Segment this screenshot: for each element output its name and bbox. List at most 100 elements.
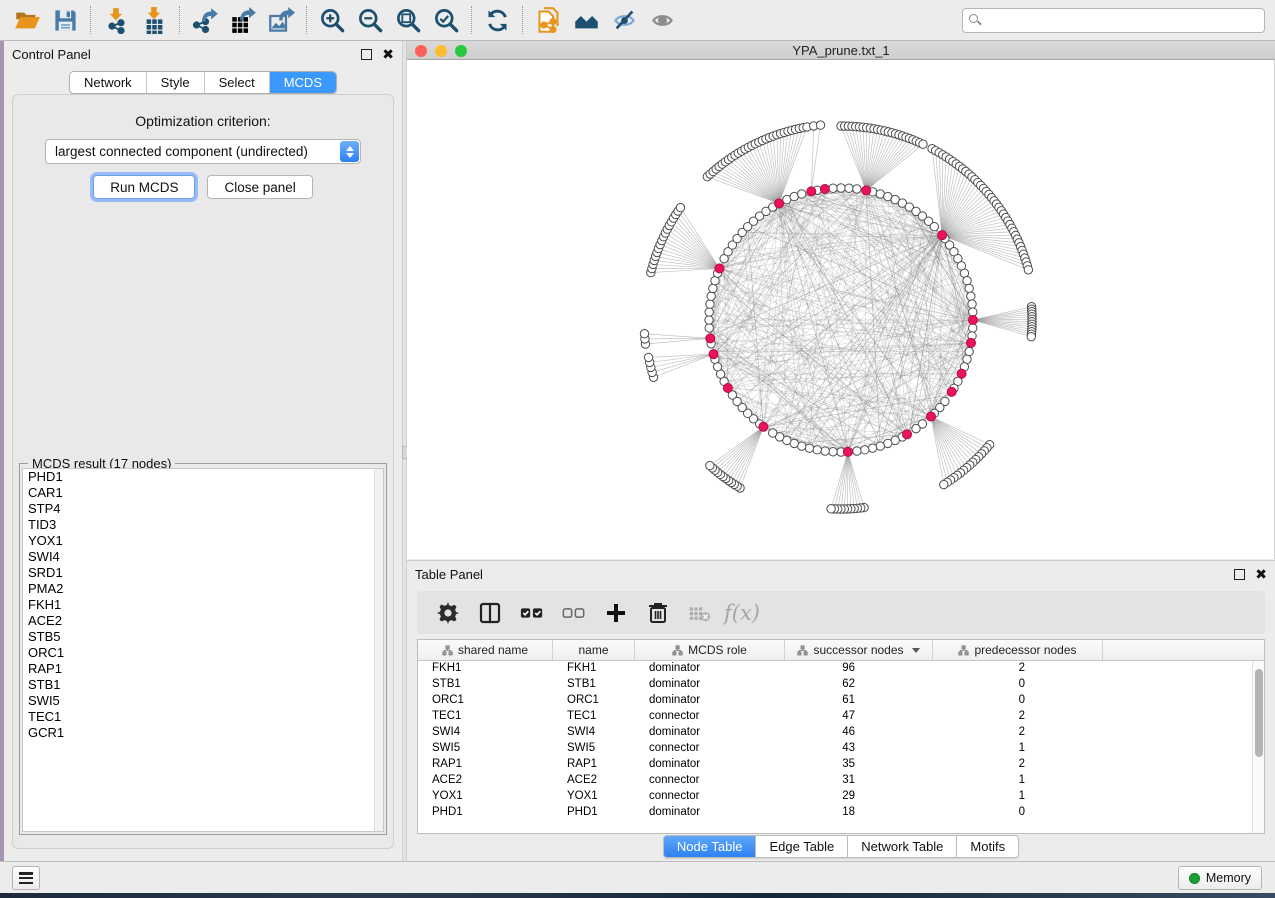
table-row[interactable]: PHD1PHD1dominator180 — [418, 805, 1264, 821]
toolbar-separator — [471, 6, 472, 34]
column-header-MCDS-role[interactable]: MCDS role — [635, 640, 785, 660]
dropdown-stepper-icon — [340, 141, 359, 162]
toolbar-separator — [522, 6, 523, 34]
close-table-panel-icon[interactable]: ✖ — [1255, 569, 1267, 580]
window-close-button[interactable] — [415, 45, 427, 57]
table-row[interactable]: FKH1FKH1dominator962 — [418, 661, 1264, 677]
result-item[interactable]: TEC1 — [23, 709, 383, 725]
column-header-name[interactable]: name — [553, 640, 635, 660]
memory-button[interactable]: Memory — [1178, 866, 1262, 890]
table-row[interactable]: ACE2ACE2connector311 — [418, 773, 1264, 789]
result-item[interactable]: FKH1 — [23, 597, 383, 613]
table-row[interactable]: SWI5SWI5connector431 — [418, 741, 1264, 757]
result-item[interactable]: SWI4 — [23, 549, 383, 565]
refresh-icon[interactable] — [478, 4, 516, 36]
search-box[interactable] — [962, 8, 1265, 33]
float-table-panel-icon[interactable] — [1234, 569, 1245, 580]
result-item[interactable]: SWI5 — [23, 693, 383, 709]
network-canvas[interactable] — [407, 60, 1275, 559]
table-row[interactable]: STB1STB1dominator620 — [418, 677, 1264, 693]
network-graph[interactable] — [407, 60, 1275, 559]
table-panel: Table Panel ✖ f(x) shared namenameMCDS r… — [407, 560, 1275, 861]
result-item[interactable]: YOX1 — [23, 533, 383, 549]
open-folder-icon[interactable] — [8, 4, 46, 36]
column-header-successor-nodes[interactable]: successor nodes — [785, 640, 933, 660]
close-panel-button[interactable]: Close panel — [207, 175, 312, 199]
settings-gear-icon[interactable] — [429, 596, 467, 630]
column-header-predecessor-nodes[interactable]: predecessor nodes — [933, 640, 1103, 660]
result-item[interactable]: STB5 — [23, 629, 383, 645]
float-panel-icon[interactable] — [361, 49, 372, 60]
result-item[interactable]: GCR1 — [23, 725, 383, 741]
table-row[interactable]: RAP1RAP1dominator352 — [418, 757, 1264, 773]
export-image-icon[interactable] — [262, 4, 300, 36]
toolbar-separator — [179, 6, 180, 34]
show-panels-button[interactable] — [12, 866, 40, 890]
hide-details-icon[interactable] — [605, 4, 643, 36]
import-table-icon[interactable] — [135, 4, 173, 36]
export-network-icon[interactable] — [186, 4, 224, 36]
delete-row-icon[interactable] — [639, 596, 677, 630]
result-item[interactable]: SRD1 — [23, 565, 383, 581]
zoom-fit-icon[interactable] — [389, 4, 427, 36]
network-titlebar[interactable]: YPA_prune.txt_1 — [407, 41, 1275, 60]
result-item[interactable]: STB1 — [23, 677, 383, 693]
run-mcds-button[interactable]: Run MCDS — [93, 175, 195, 199]
column-header-shared-name[interactable]: shared name — [418, 640, 553, 660]
export-table-icon[interactable] — [224, 4, 262, 36]
result-scrollbar[interactable] — [374, 469, 383, 831]
result-item[interactable]: ORC1 — [23, 645, 383, 661]
table-row[interactable]: TEC1TEC1connector472 — [418, 709, 1264, 725]
show-details-icon[interactable] — [643, 4, 681, 36]
result-item[interactable]: ACE2 — [23, 613, 383, 629]
result-item[interactable]: PHD1 — [23, 469, 383, 485]
tab-mcds[interactable]: MCDS — [270, 72, 336, 93]
clone-network-icon[interactable] — [529, 4, 567, 36]
mcds-panel: Optimization criterion: largest connecte… — [12, 94, 394, 849]
columns-icon[interactable] — [471, 596, 509, 630]
select-all-icon[interactable] — [513, 596, 551, 630]
table-row[interactable]: YOX1YOX1connector291 — [418, 789, 1264, 805]
tab-style[interactable]: Style — [147, 72, 205, 93]
zoom-selected-icon[interactable] — [427, 4, 465, 36]
add-row-icon[interactable] — [597, 596, 635, 630]
criterion-dropdown-value: largest connected component (undirected) — [46, 144, 340, 159]
mcds-result-group: MCDS result (17 nodes) PHD1CAR1STP4TID3Y… — [19, 463, 387, 835]
table-header-row: shared namenameMCDS rolesuccessor nodesp… — [418, 640, 1264, 661]
optimization-criterion-label: Optimization criterion: — [13, 113, 393, 129]
tab-network[interactable]: Network — [70, 72, 147, 93]
tab-edge-table[interactable]: Edge Table — [755, 835, 847, 858]
result-item[interactable]: RAP1 — [23, 661, 383, 677]
deselect-all-icon[interactable] — [555, 596, 593, 630]
network-window: YPA_prune.txt_1 — [407, 41, 1275, 560]
network-overview-icon[interactable] — [567, 4, 605, 36]
zoom-in-icon[interactable] — [313, 4, 351, 36]
status-bar: Memory — [0, 861, 1275, 893]
result-item[interactable]: PMA2 — [23, 581, 383, 597]
import-network-icon[interactable] — [97, 4, 135, 36]
zoom-out-icon[interactable] — [351, 4, 389, 36]
result-item[interactable]: TID3 — [23, 517, 383, 533]
save-icon[interactable] — [46, 4, 84, 36]
window-zoom-button[interactable] — [455, 45, 467, 57]
table-toolbar: f(x) — [417, 591, 1265, 634]
result-item[interactable]: CAR1 — [23, 485, 383, 501]
close-panel-icon[interactable]: ✖ — [382, 49, 394, 60]
app-window: Control Panel ✖ NetworkStyleSelectMCDS O… — [0, 0, 1275, 898]
table-tabs: Node TableEdge TableNetwork TableMotifs — [407, 835, 1275, 858]
memory-label: Memory — [1206, 871, 1251, 885]
table-row[interactable]: SWI4SWI4dominator462 — [418, 725, 1264, 741]
tab-network-table[interactable]: Network Table — [847, 835, 956, 858]
window-minimize-button[interactable] — [435, 45, 447, 57]
tab-node-table[interactable]: Node Table — [663, 835, 756, 858]
table-scrollbar[interactable] — [1252, 661, 1264, 833]
tab-select[interactable]: Select — [205, 72, 270, 93]
result-item[interactable]: STP4 — [23, 501, 383, 517]
mcds-result-list[interactable]: PHD1CAR1STP4TID3YOX1SWI4SRD1PMA2FKH1ACE2… — [22, 468, 384, 832]
tab-motifs[interactable]: Motifs — [956, 835, 1019, 858]
table-row[interactable]: ORC1ORC1dominator610 — [418, 693, 1264, 709]
search-input[interactable] — [987, 13, 1258, 29]
criterion-dropdown[interactable]: largest connected component (undirected) — [45, 139, 361, 164]
toolbar-separator — [90, 6, 91, 34]
node-table: shared namenameMCDS rolesuccessor nodesp… — [417, 639, 1265, 834]
